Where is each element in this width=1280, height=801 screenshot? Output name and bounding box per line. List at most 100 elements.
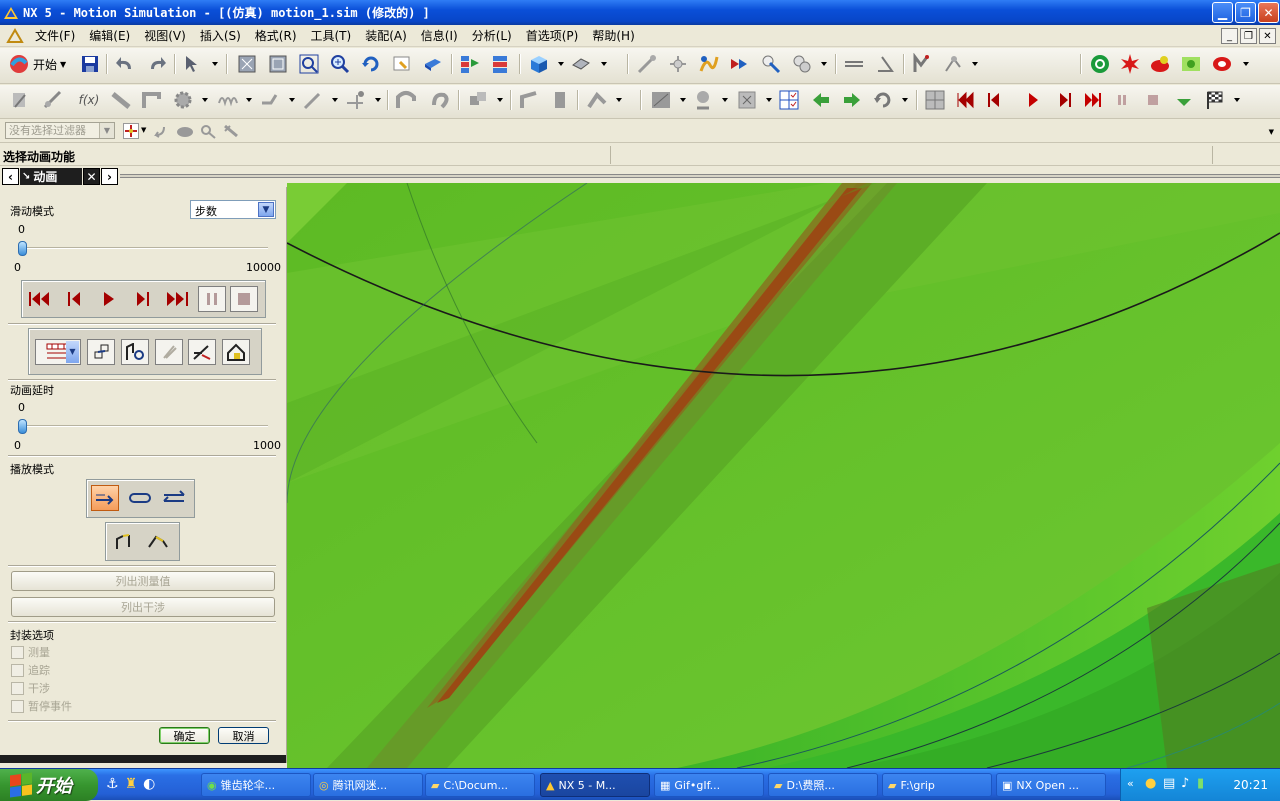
panel-resize-handle[interactable] bbox=[0, 755, 286, 763]
windows-start-button[interactable]: 开始 bbox=[0, 769, 98, 801]
start-menu-button[interactable]: 开始 ▼ bbox=[8, 53, 66, 75]
taskbar-item[interactable]: ▰ F:\grip bbox=[882, 773, 992, 797]
torque-button[interactable] bbox=[549, 89, 571, 111]
play-button[interactable] bbox=[1022, 89, 1044, 111]
trace-toggle-button[interactable] bbox=[736, 89, 758, 111]
interference-button[interactable] bbox=[942, 53, 964, 75]
layer-settings-button[interactable] bbox=[490, 53, 512, 75]
menu-assembly[interactable]: 装配(A) bbox=[358, 26, 414, 46]
export-result-button[interactable] bbox=[222, 339, 250, 365]
menu-format[interactable]: 格式(R) bbox=[248, 26, 304, 46]
stop-button[interactable] bbox=[1142, 89, 1164, 111]
qq-icon[interactable]: ● bbox=[1145, 776, 1156, 791]
undo-button[interactable] bbox=[114, 53, 136, 75]
fast-forward-to-end-button[interactable] bbox=[163, 286, 191, 312]
previous-panel-button[interactable]: ‹ bbox=[2, 168, 19, 185]
measure-distance-button[interactable] bbox=[843, 53, 865, 75]
revolute-joint-button[interactable] bbox=[141, 89, 163, 111]
minimize-button[interactable]: ▁ bbox=[1212, 2, 1233, 23]
point-curve-button[interactable] bbox=[302, 89, 324, 111]
deselect-button[interactable] bbox=[152, 123, 168, 142]
shade-selection-button[interactable] bbox=[176, 123, 194, 142]
play-once-button[interactable] bbox=[91, 485, 119, 511]
close-panel-button[interactable]: ✕ bbox=[83, 168, 100, 185]
doc-close-button[interactable]: ✕ bbox=[1259, 28, 1276, 44]
checkbox-box[interactable] bbox=[11, 681, 24, 695]
interference-check-button[interactable] bbox=[650, 89, 672, 111]
ok-button[interactable]: 确定 bbox=[159, 727, 210, 744]
step-slider-track[interactable] bbox=[18, 247, 268, 249]
render-style-button[interactable] bbox=[570, 53, 592, 75]
taskbar-item[interactable]: ▦ Gif•gIf... bbox=[654, 773, 764, 797]
shaded-button[interactable] bbox=[422, 53, 444, 75]
type-filter-select[interactable]: 没有选择过滤器 ▼ bbox=[5, 122, 115, 139]
joint-button[interactable] bbox=[667, 53, 689, 75]
reset-button[interactable] bbox=[872, 89, 894, 111]
pause-panel-button[interactable] bbox=[198, 286, 226, 312]
zoom-button[interactable] bbox=[298, 53, 320, 75]
next-panel-button[interactable]: › bbox=[101, 168, 118, 185]
pause-button[interactable] bbox=[1111, 89, 1133, 111]
solver-run-button[interactable] bbox=[1149, 53, 1171, 75]
graph-button[interactable] bbox=[924, 89, 946, 111]
function-button[interactable]: f(x) bbox=[78, 89, 100, 111]
cable-button[interactable] bbox=[430, 89, 452, 111]
taskbar-item[interactable]: ◎ 腾讯网迷... bbox=[313, 773, 423, 797]
fit-button[interactable] bbox=[236, 53, 258, 75]
step-forward-button[interactable] bbox=[1054, 89, 1076, 111]
stop-panel-button[interactable] bbox=[230, 286, 258, 312]
shield-icon[interactable]: ♜ bbox=[125, 776, 138, 794]
pan-button[interactable] bbox=[391, 53, 413, 75]
clock[interactable]: 20:21 bbox=[1233, 778, 1268, 792]
doc-restore-button[interactable]: ❐ bbox=[1240, 28, 1257, 44]
delay-slider-thumb[interactable] bbox=[18, 419, 27, 434]
motion-link-button[interactable] bbox=[636, 53, 658, 75]
list-interference-button[interactable]: 列出干涉 bbox=[11, 597, 275, 617]
previous-button[interactable] bbox=[810, 89, 832, 111]
select-filter-button[interactable] bbox=[182, 53, 204, 75]
contact-button[interactable] bbox=[791, 53, 813, 75]
scalar-force-button[interactable] bbox=[467, 89, 489, 111]
step-back-button[interactable] bbox=[983, 89, 1005, 111]
constraint-point-button[interactable] bbox=[259, 89, 281, 111]
spring-button[interactable] bbox=[698, 53, 720, 75]
marker-point-button[interactable] bbox=[345, 89, 367, 111]
tray-expand-icon[interactable]: « bbox=[1127, 777, 1134, 790]
doc-minimize-button[interactable]: _ bbox=[1221, 28, 1238, 44]
graphics-viewport[interactable] bbox=[287, 183, 1280, 768]
environment-button[interactable] bbox=[9, 89, 31, 111]
ping-pong-button[interactable] bbox=[160, 485, 188, 511]
quick-pick-button[interactable] bbox=[222, 123, 240, 142]
cancel-button[interactable]: 取消 bbox=[218, 727, 269, 744]
menu-tools[interactable]: 工具(T) bbox=[304, 26, 359, 46]
constraint-button[interactable] bbox=[760, 53, 782, 75]
network-icon[interactable]: ▤ bbox=[1163, 776, 1175, 791]
snap-track-button[interactable] bbox=[87, 339, 115, 365]
taskbar-item[interactable]: ◉ 锥齿轮伞... bbox=[201, 773, 311, 797]
anchor-icon[interactable]: ⚓ bbox=[106, 776, 119, 794]
vector-force-button[interactable] bbox=[518, 89, 540, 111]
save-button[interactable] bbox=[79, 53, 101, 75]
sequence-button[interactable] bbox=[188, 339, 216, 365]
step-backward-button[interactable] bbox=[60, 286, 88, 312]
trace-path-button[interactable] bbox=[111, 528, 139, 554]
checkbox-box[interactable] bbox=[11, 663, 24, 677]
menu-edit[interactable]: 编辑(E) bbox=[82, 26, 137, 46]
animation-tab[interactable]: ↘ 动画 bbox=[20, 168, 82, 185]
taskbar-item[interactable]: ▣ NX Open ... bbox=[996, 773, 1106, 797]
checkbox-box[interactable] bbox=[11, 699, 24, 713]
delay-slider-track[interactable] bbox=[18, 425, 268, 427]
rewind-to-start-button[interactable] bbox=[26, 286, 54, 312]
taskbar-item-active[interactable]: ▲ NX 5 - M... bbox=[540, 773, 650, 797]
menu-information[interactable]: 信息(I) bbox=[414, 26, 465, 46]
first-frame-button[interactable] bbox=[955, 89, 977, 111]
measure-button[interactable] bbox=[692, 89, 714, 111]
cam-button[interactable] bbox=[395, 89, 417, 111]
bushing-button[interactable] bbox=[586, 89, 608, 111]
marker-button[interactable] bbox=[729, 53, 751, 75]
redo-button[interactable] bbox=[146, 53, 168, 75]
menu-insert[interactable]: 插入(S) bbox=[193, 26, 248, 46]
step-slider-thumb[interactable] bbox=[18, 241, 27, 256]
export-button[interactable] bbox=[1180, 53, 1202, 75]
taskbar-item[interactable]: ▰ D:\费照... bbox=[768, 773, 878, 797]
